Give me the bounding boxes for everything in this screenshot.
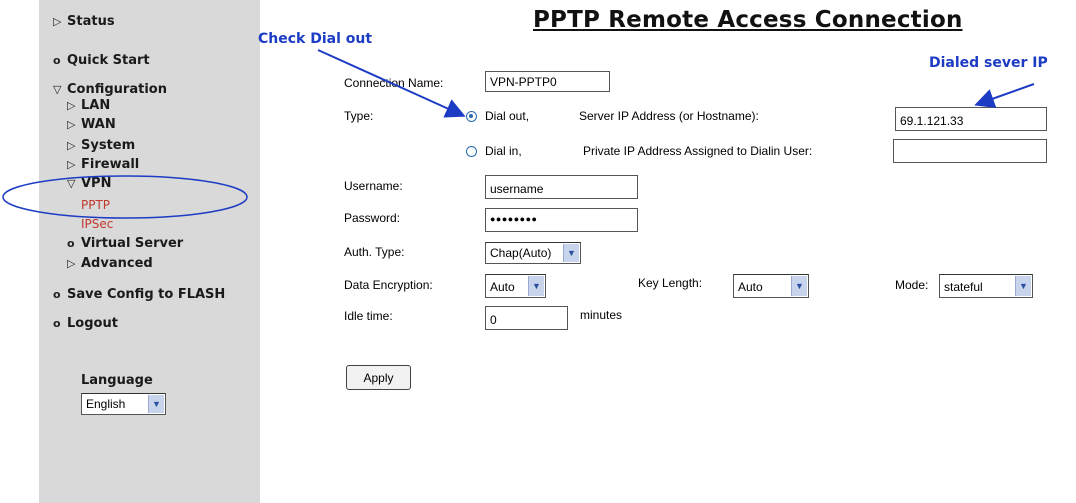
arrow-icon <box>974 83 1035 109</box>
annotation-overlay <box>2 49 1035 219</box>
arrow-icon <box>317 49 466 118</box>
highlight-ellipse <box>2 175 248 219</box>
